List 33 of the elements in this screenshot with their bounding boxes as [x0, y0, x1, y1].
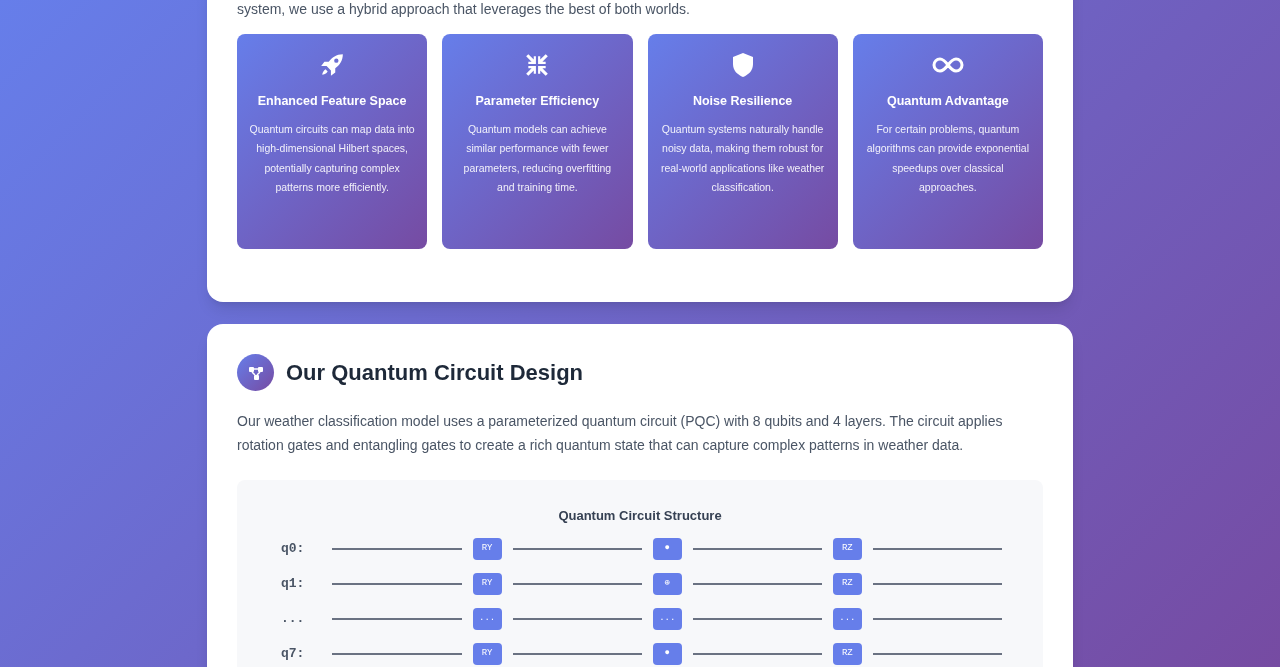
qubit-label: q7:	[280, 644, 306, 663]
shield-icon	[730, 52, 755, 78]
feature-description: For certain problems, quantum algorithms can provide exponential speedups over classical approaches.	[865, 121, 1030, 195]
gate-block: RZ	[832, 537, 862, 560]
section-title: Our Quantum Circuit Design	[286, 359, 584, 387]
qubit-label: q0:	[280, 539, 306, 558]
qubit-label: q1:	[280, 574, 306, 593]
feature-description: Quantum models can achieve similar performance with fewer parameters, reducing overfitting and training time.	[462, 121, 613, 195]
compress-icon	[524, 52, 551, 78]
qubit-label: ...	[280, 609, 306, 628]
rocket-icon	[319, 52, 346, 78]
feature-title: Parameter Efficiency	[475, 93, 600, 110]
gate-block: ...	[472, 607, 502, 630]
gate-block: ●	[652, 537, 682, 560]
intro-text: system, we use a hybrid approach that leverages the best of both worlds.	[237, 0, 691, 18]
gate-block: ...	[652, 607, 682, 630]
gate-block: RY	[472, 572, 502, 595]
feature-title: Noise Resilience	[692, 93, 793, 110]
feature-description: Quantum systems naturally handle noisy data, making them robust for real-world applications like weather classification.	[659, 121, 826, 195]
feature-description: Quantum circuits can map data into high-dimensional Hilbert spaces, potentially capturing complex patterns more efficiently.	[249, 121, 416, 195]
gate-block: RY	[472, 537, 502, 560]
diagram-icon	[237, 354, 274, 391]
gate-block: RZ	[832, 572, 862, 595]
gate-block: ...	[832, 607, 862, 630]
section-description: Our weather classification model uses a parameterized quantum circuit (PQC) with 8 qubits and 4 layers. The circuit applies rotation gates and entangling gates to create a rich quantum state that can capture complex patterns in weather data.	[237, 412, 1004, 455]
gate-block: RZ	[832, 642, 862, 665]
circuit-title: Quantum Circuit Structure	[557, 507, 723, 525]
feature-title: Quantum Advantage	[887, 93, 1009, 110]
infinity-icon	[931, 56, 964, 74]
gate-block: ●	[652, 642, 682, 665]
feature-title: Enhanced Feature Space	[257, 93, 407, 110]
gate-block: RY	[472, 642, 502, 665]
gate-block: ⊕	[652, 572, 682, 595]
